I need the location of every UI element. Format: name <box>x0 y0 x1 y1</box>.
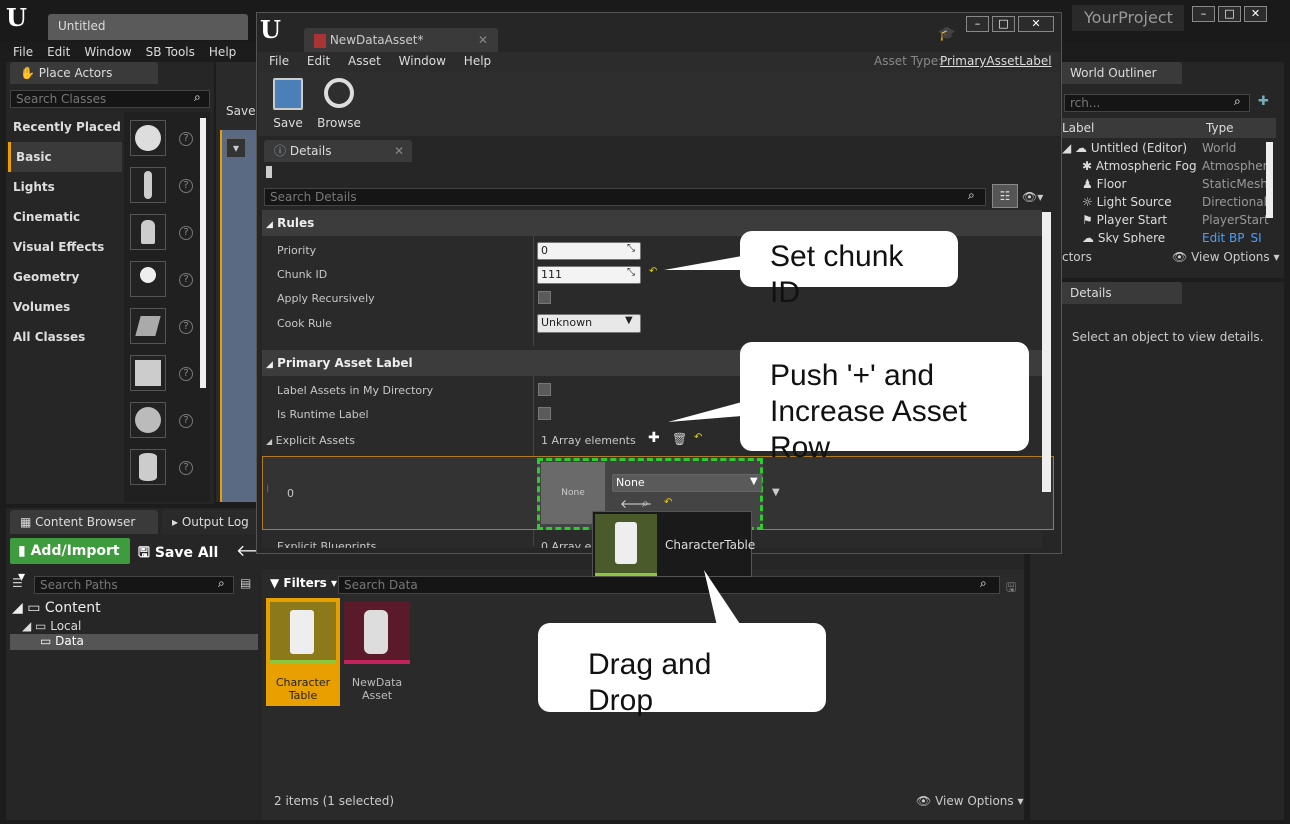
callout-drag-drop: Drag and Drop <box>538 623 826 717</box>
callout-set-chunk-id: Set chunk ID <box>740 231 958 309</box>
callout-text: Increase Asset Row <box>770 395 967 464</box>
callout-pointer-chunk <box>664 256 742 270</box>
callout-pointer-drag <box>704 570 744 630</box>
callout-text: Push '+' and <box>770 359 935 392</box>
callout-pointer-push <box>668 402 742 422</box>
callout-text: Drag and Drop <box>588 648 712 717</box>
callout-push-plus: Push '+' and Increase Asset Row <box>740 342 1029 464</box>
